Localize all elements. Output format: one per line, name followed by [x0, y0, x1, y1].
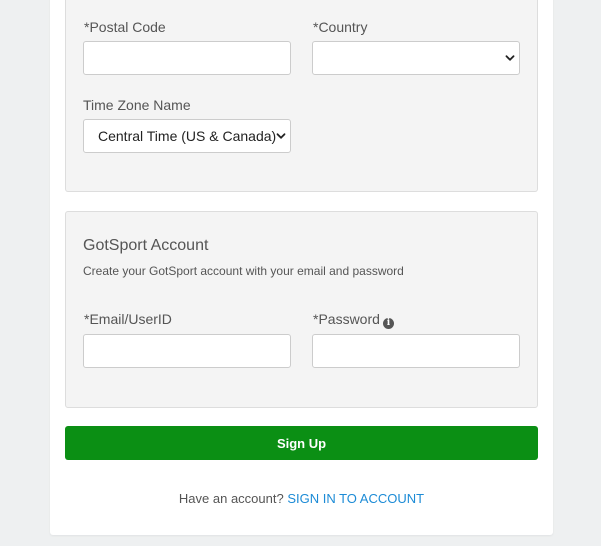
chevron-down-icon: [276, 133, 286, 139]
password-label-row: *Password i: [313, 311, 394, 329]
sign-up-button[interactable]: Sign Up: [65, 426, 538, 460]
email-input[interactable]: [83, 334, 291, 368]
password-label: *Password: [313, 311, 380, 327]
postal-code-input[interactable]: [83, 41, 291, 75]
time-zone-label: Time Zone Name: [83, 97, 191, 113]
password-input[interactable]: [312, 334, 520, 368]
email-label: *Email/UserID: [84, 311, 172, 327]
account-heading: GotSport Account: [83, 237, 209, 254]
chevron-down-icon: [505, 55, 515, 61]
time-zone-select[interactable]: Central Time (US & Canada): [83, 119, 291, 153]
have-account-text: Have an account?: [178, 491, 284, 506]
country-label: *Country: [313, 19, 368, 35]
sign-in-link[interactable]: SIGN IN TO ACCOUNT: [287, 491, 424, 506]
account-description: Create your GotSport account with your e…: [83, 264, 404, 278]
info-circle-icon[interactable]: i: [382, 318, 394, 329]
country-select[interactable]: [312, 41, 520, 75]
time-zone-select-value: Central Time (US & Canada): [98, 128, 277, 144]
sign-in-row: Have an account? SIGN IN TO ACCOUNT: [50, 491, 553, 507]
postal-code-label: *Postal Code: [84, 19, 166, 35]
